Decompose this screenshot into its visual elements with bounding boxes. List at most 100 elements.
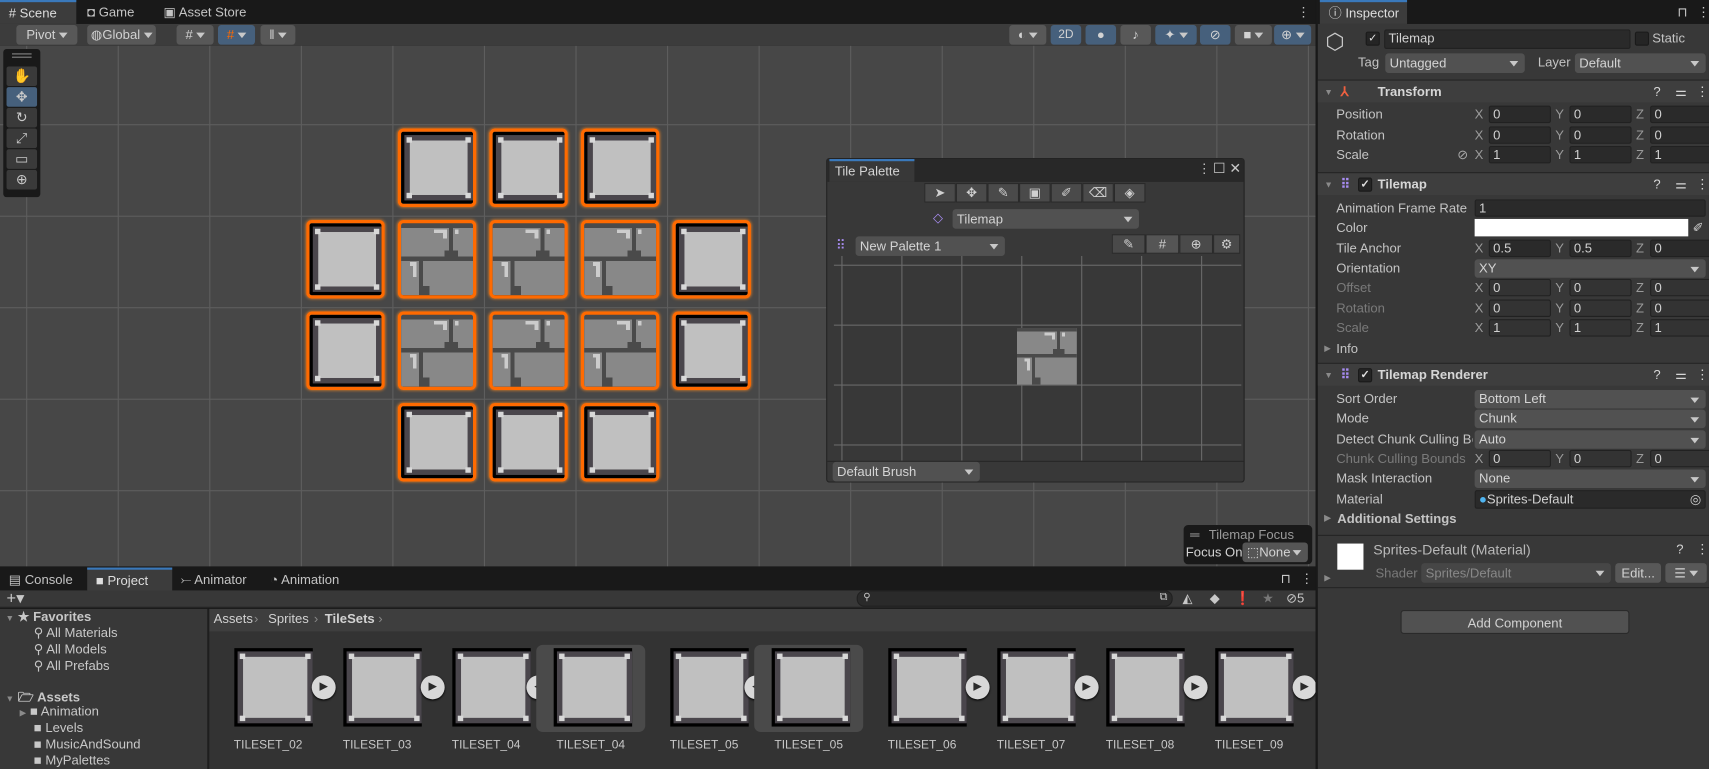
mask-interaction-dropdown[interactable]: None (1475, 469, 1706, 488)
layer-dropdown[interactable]: Default (1575, 53, 1706, 73)
increment-snap-toggle[interactable]: # (218, 25, 255, 45)
close-icon[interactable]: ✕ (1229, 160, 1241, 177)
tilemap-renderer-header[interactable]: ▼⠿✓Tilemap Renderer?⚌⋮ (1318, 363, 1709, 386)
help-icon[interactable]: ? (1653, 364, 1660, 387)
shading-mode-dropdown[interactable]: ◐ (1009, 25, 1046, 45)
scale-tool-icon[interactable]: ⤢ (7, 129, 38, 149)
plain-tile[interactable] (489, 403, 567, 481)
tab-scene[interactable]: # Scene (0, 0, 76, 24)
more-options-icon[interactable]: ⋮ (1696, 81, 1709, 104)
edit-pencil-icon[interactable]: ✎ (1112, 234, 1146, 254)
tab-asset-store[interactable]: ▣ Asset Store (155, 0, 255, 24)
animation-frame-rate-field[interactable]: 1 (1475, 199, 1706, 216)
tab-animation[interactable]: ◔ Animation (262, 568, 348, 592)
asset-item[interactable]: TILESET_08 (1086, 645, 1191, 732)
global-dropdown[interactable]: ◍Global (87, 25, 156, 45)
2d-toggle[interactable]: 2D (1051, 25, 1082, 45)
tab-inspector[interactable]: ⓘ Inspector (1320, 0, 1407, 24)
grid-snap-toggle[interactable]: # (177, 25, 214, 45)
pivot-dropdown[interactable]: Pivot (16, 25, 77, 45)
asset-item[interactable]: TILESET_04 (432, 645, 537, 732)
asset-item[interactable]: TILESET_03 (323, 645, 428, 732)
plain-tile[interactable] (306, 220, 384, 298)
tag-dropdown[interactable]: Untagged (1385, 53, 1525, 73)
favorite-all-materials[interactable]: ⚲ All Materials (34, 625, 118, 640)
object-name-input[interactable]: Tilemap (1384, 29, 1630, 49)
more-options-icon[interactable]: ⋮ (1198, 161, 1211, 176)
camera-icon[interactable]: ■ (1235, 25, 1272, 45)
asset-item[interactable]: TILESET_05 (650, 645, 755, 732)
lock-icon[interactable]: ⊓ (1677, 4, 1687, 19)
brick-tile[interactable] (581, 312, 659, 390)
static-checkbox[interactable] (1635, 32, 1649, 46)
plain-tile[interactable] (672, 312, 750, 390)
asset-item[interactable]: TILESET_02 (214, 645, 319, 732)
mode-dropdown[interactable]: Chunk (1475, 410, 1706, 429)
plain-tile[interactable] (581, 403, 659, 481)
rotation-x-field[interactable]: 0 (1489, 126, 1551, 143)
tab-game[interactable]: ◘ Game (78, 0, 143, 24)
plain-tile[interactable] (581, 129, 659, 207)
asset-item[interactable]: TILESET_07 (977, 645, 1082, 732)
asset-item[interactable]: TILESET_06 (868, 645, 973, 732)
active-checkbox[interactable]: ✓ (1366, 32, 1380, 46)
drag-handle-icon[interactable]: ═ (1190, 527, 1199, 542)
position-z-field[interactable]: 0 (1650, 106, 1709, 123)
audio-icon[interactable]: ♪ (1120, 25, 1151, 45)
shader-dropdown[interactable]: Sprites/Default (1421, 563, 1611, 583)
brick-tile[interactable] (489, 312, 567, 390)
scale-z-field[interactable]: 1 (1650, 146, 1709, 163)
asset-item[interactable]: TILESET_04 (536, 645, 645, 732)
more-options-icon[interactable]: ⋮ (1697, 4, 1709, 19)
brick-tile[interactable] (398, 312, 476, 390)
unlink-scale-icon[interactable]: ⊘ (1457, 145, 1468, 165)
tab-animator[interactable]: ⤚ Animator (172, 568, 255, 592)
detect-chunk-culling-dropdown[interactable]: Auto (1475, 430, 1706, 449)
favorites-header[interactable]: ▼ ★ Favorites (5, 609, 91, 624)
gizmo-icon[interactable]: ⊕ (1179, 234, 1213, 254)
folder-music-and-sound[interactable]: ■ MusicAndSound (34, 736, 141, 751)
tile-anchor-x-field[interactable]: 0.5 (1489, 240, 1551, 257)
label-filter-icon[interactable]: ◆ (1210, 590, 1220, 605)
plain-tile[interactable] (489, 129, 567, 207)
edit-shader-button[interactable]: Edit... (1615, 563, 1661, 583)
folder-levels[interactable]: ■ Levels (34, 720, 83, 735)
warning-filter-icon[interactable]: ❗ (1235, 590, 1251, 605)
create-plus-icon[interactable]: +▾ (7, 588, 25, 608)
add-component-button[interactable]: Add Component (1401, 610, 1630, 634)
type-filter-icon[interactable]: ◭ (1183, 590, 1193, 605)
palette-dropdown[interactable]: New Palette 1 (856, 236, 1005, 256)
rotation-y-field[interactable]: 0 (1569, 126, 1631, 143)
orientation-dropdown[interactable]: XY (1475, 259, 1706, 278)
hidden-packages-icon[interactable]: ⊘5 (1286, 590, 1304, 605)
transform-header[interactable]: ▼⅄Transform?⚌⋮ (1318, 80, 1709, 103)
renderer-enabled-checkbox[interactable]: ✓ (1358, 368, 1372, 382)
effects-icon[interactable]: ✦ (1155, 25, 1196, 45)
settings-icon[interactable]: ⚙ (1213, 234, 1240, 254)
color-swatch[interactable] (1475, 219, 1689, 236)
scale-x-field[interactable]: 1 (1489, 146, 1551, 163)
paint-brush-icon[interactable]: ✎ (987, 183, 1019, 203)
box-fill-icon[interactable]: ▣ (1019, 183, 1051, 203)
favorite-all-prefabs[interactable]: ⚲ All Prefabs (34, 658, 110, 673)
material-field[interactable]: ●Sprites-Default◎ (1475, 490, 1706, 509)
folder-my-palettes[interactable]: ■ MyPalettes (34, 753, 110, 768)
fill-bucket-icon[interactable]: ◈ (1114, 183, 1146, 203)
breadcrumb-assets[interactable]: Assets (214, 611, 253, 626)
rotation-z-field[interactable]: 0 (1650, 126, 1709, 143)
rect-tool-icon[interactable]: ▭ (7, 149, 38, 169)
more-options-icon[interactable]: ⋮ (1696, 364, 1709, 387)
active-tilemap-dropdown[interactable]: Tilemap (953, 209, 1139, 229)
eyedropper-icon[interactable]: ✐ (1693, 218, 1704, 238)
brick-tile[interactable] (398, 220, 476, 298)
drag-handle-icon[interactable] (12, 53, 32, 54)
tilemap-header[interactable]: ▼⠿✓Tilemap?⚌⋮ (1318, 172, 1709, 195)
gizmos-icon[interactable]: ⊕ (1274, 25, 1311, 45)
sort-order-dropdown[interactable]: Bottom Left (1475, 390, 1706, 409)
preset-icon[interactable]: ⚌ (1675, 81, 1687, 104)
brush-dropdown[interactable]: Default Brush (833, 462, 980, 482)
breadcrumb-sprites[interactable]: Sprites (268, 611, 309, 626)
more-options-icon[interactable]: ⋮ (1297, 4, 1310, 19)
search-window-icon[interactable]: ⧉ (1160, 591, 1168, 603)
favorite-star-icon[interactable]: ★ (1262, 590, 1274, 605)
